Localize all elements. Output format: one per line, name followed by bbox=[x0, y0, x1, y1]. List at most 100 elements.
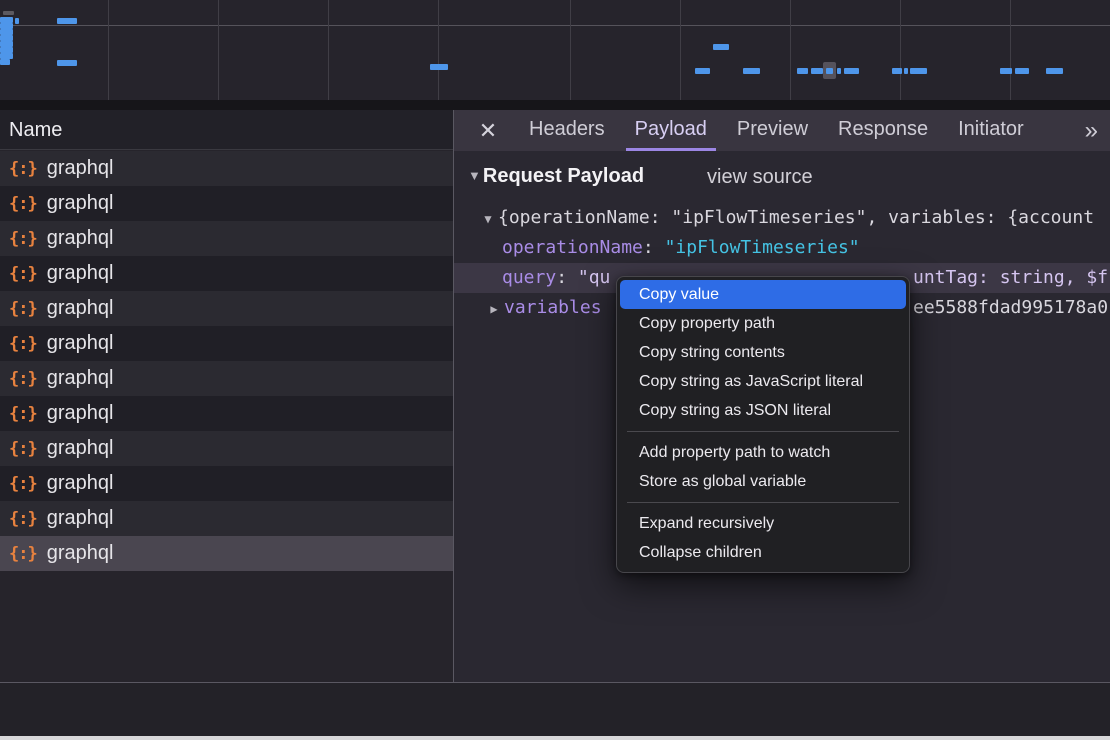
request-timing-bar bbox=[1000, 68, 1012, 74]
request-name: graphql bbox=[47, 297, 114, 320]
request-name: graphql bbox=[47, 157, 114, 180]
close-icon[interactable]: ✕ bbox=[476, 110, 500, 151]
menu-item-collapse-children[interactable]: Collapse children bbox=[620, 538, 906, 567]
request-row[interactable]: {:} graphql bbox=[0, 151, 453, 186]
key-separator: : bbox=[643, 237, 665, 258]
name-column-header[interactable]: Name bbox=[0, 110, 453, 150]
tab-preview[interactable]: Preview bbox=[728, 110, 817, 151]
request-row[interactable]: {:} graphql bbox=[0, 536, 453, 571]
menu-item-copy-value[interactable]: Copy value bbox=[620, 280, 906, 309]
detail-tab-bar: ✕ Headers Payload Preview Response Initiator… bbox=[454, 110, 1110, 151]
menu-item-store-as-global-variable[interactable]: Store as global variable bbox=[620, 467, 906, 496]
menu-divider bbox=[627, 502, 899, 503]
property-value: "ipFlowTimeseries" bbox=[665, 237, 860, 258]
json-braces-icon: {:} bbox=[9, 299, 37, 319]
window-bottom-edge bbox=[0, 736, 1110, 740]
expand-triangle-icon[interactable]: ▶ bbox=[484, 294, 504, 323]
request-timing-bar bbox=[1015, 68, 1029, 74]
json-braces-icon: {:} bbox=[9, 369, 37, 389]
json-braces-icon: {:} bbox=[9, 404, 37, 424]
menu-item-add-property-path-to-watch[interactable]: Add property path to watch bbox=[620, 438, 906, 467]
tab-initiator[interactable]: Initiator bbox=[949, 110, 1033, 151]
json-root-summary: {operationName: "ipFlowTimeseries", vari… bbox=[498, 207, 1094, 228]
section-title: Request Payload bbox=[483, 165, 644, 188]
request-row[interactable]: {:} graphql bbox=[0, 221, 453, 256]
request-name: graphql bbox=[47, 472, 114, 495]
request-name: graphql bbox=[47, 507, 114, 530]
request-row[interactable]: {:}graphql bbox=[0, 186, 453, 221]
request-row[interactable]: {:} graphql bbox=[0, 361, 453, 396]
property-value-fragment: untTag: string, $f bbox=[913, 263, 1108, 293]
json-braces-icon: {:} bbox=[9, 159, 37, 179]
request-row[interactable]: {:} graphql bbox=[0, 501, 453, 536]
detail-tabs: Headers Payload Preview Response Initiator bbox=[514, 110, 1039, 151]
tab-response[interactable]: Response bbox=[829, 110, 937, 151]
request-row[interactable]: {:} graphql bbox=[0, 396, 453, 431]
json-braces-icon: {:} bbox=[9, 509, 37, 529]
timeline-gridline bbox=[1010, 0, 1011, 100]
timeline-gridline bbox=[218, 0, 219, 100]
request-timing-bar bbox=[826, 68, 833, 74]
request-timing-bar bbox=[57, 60, 77, 66]
request-list-panel: Name {:}graphql{:}graphql{:}graphql{:}gr… bbox=[0, 110, 453, 682]
timeline-gridline bbox=[438, 0, 439, 100]
timeline-gridline bbox=[680, 0, 681, 100]
menu-item-copy-property-path[interactable]: Copy property path bbox=[620, 309, 906, 338]
overview-bottom-strip bbox=[0, 100, 1110, 110]
json-root-row[interactable]: ▼{operationName: "ipFlowTimeseries", var… bbox=[454, 203, 1110, 233]
menu-item-copy-string-as-javascript-literal[interactable]: Copy string as JavaScript literal bbox=[620, 367, 906, 396]
menu-divider bbox=[627, 431, 899, 432]
request-name: graphql bbox=[47, 332, 114, 355]
expand-triangle-icon[interactable]: ▼ bbox=[478, 204, 498, 233]
key-separator: : bbox=[556, 267, 578, 288]
json-row-operation-name[interactable]: operationName: "ipFlowTimeseries" bbox=[454, 233, 1110, 263]
request-timing-bar bbox=[1046, 68, 1063, 74]
json-braces-icon: {:} bbox=[9, 264, 37, 284]
request-rows: {:} graphql {:} graphql {:} graphql {:} graphql… bbox=[0, 151, 453, 571]
request-row[interactable]: {:} graphql bbox=[0, 466, 453, 501]
request-name: graphql bbox=[47, 227, 114, 250]
request-timing-bar bbox=[15, 18, 19, 24]
more-tabs-icon[interactable]: » bbox=[1085, 110, 1096, 151]
network-overview-timeline[interactable] bbox=[0, 0, 1110, 100]
json-braces-icon: {:} bbox=[9, 474, 37, 494]
request-name: graphql bbox=[47, 262, 114, 285]
property-key: operationName bbox=[502, 237, 643, 258]
request-timing-bar bbox=[837, 68, 841, 74]
collapse-triangle-icon[interactable]: ▼ bbox=[468, 168, 481, 183]
request-timing-bar bbox=[844, 68, 859, 74]
timeline-gridline bbox=[900, 0, 901, 100]
request-timing-bar bbox=[430, 64, 448, 70]
property-key: query bbox=[502, 267, 556, 288]
tab-headers[interactable]: Headers bbox=[520, 110, 614, 151]
request-timing-bar bbox=[797, 68, 808, 74]
json-braces-icon: {:} bbox=[9, 334, 37, 354]
tab-payload[interactable]: Payload bbox=[626, 110, 716, 151]
timeline-gridline bbox=[108, 0, 109, 100]
property-value-start: "qu bbox=[578, 267, 611, 288]
request-row[interactable]: {:} graphql bbox=[0, 291, 453, 326]
menu-item-copy-string-as-json-literal[interactable]: Copy string as JSON literal bbox=[620, 396, 906, 425]
json-braces-icon: {:} bbox=[9, 229, 37, 249]
request-timing-bar bbox=[57, 18, 77, 24]
request-payload-header[interactable]: ▼ Request Payload bbox=[468, 165, 644, 188]
request-name: graphql bbox=[47, 367, 114, 390]
request-row[interactable]: {:}graphql bbox=[0, 431, 453, 466]
request-row[interactable]: {:} graphql bbox=[0, 326, 453, 361]
request-name: graphql bbox=[47, 542, 114, 565]
menu-item-copy-string-contents[interactable]: Copy string contents bbox=[620, 338, 906, 367]
property-value-fragment: ee5588fdad995178a0 bbox=[913, 293, 1108, 323]
request-name: graphql bbox=[47, 402, 114, 425]
request-timing-bar bbox=[695, 68, 710, 74]
view-source-link[interactable]: view source bbox=[707, 166, 813, 189]
json-braces-icon: {:} bbox=[9, 544, 37, 564]
timeline-gridline bbox=[570, 0, 571, 100]
menu-item-expand-recursively[interactable]: Expand recursively bbox=[620, 509, 906, 538]
request-row[interactable]: {:} graphql bbox=[0, 256, 453, 291]
request-timing-bar bbox=[743, 68, 760, 74]
request-timing-bar bbox=[892, 68, 902, 74]
request-timing-bar bbox=[904, 68, 908, 74]
request-timing-bar bbox=[3, 11, 14, 15]
request-name: graphql bbox=[47, 437, 114, 460]
overview-divider-line bbox=[0, 25, 1110, 26]
